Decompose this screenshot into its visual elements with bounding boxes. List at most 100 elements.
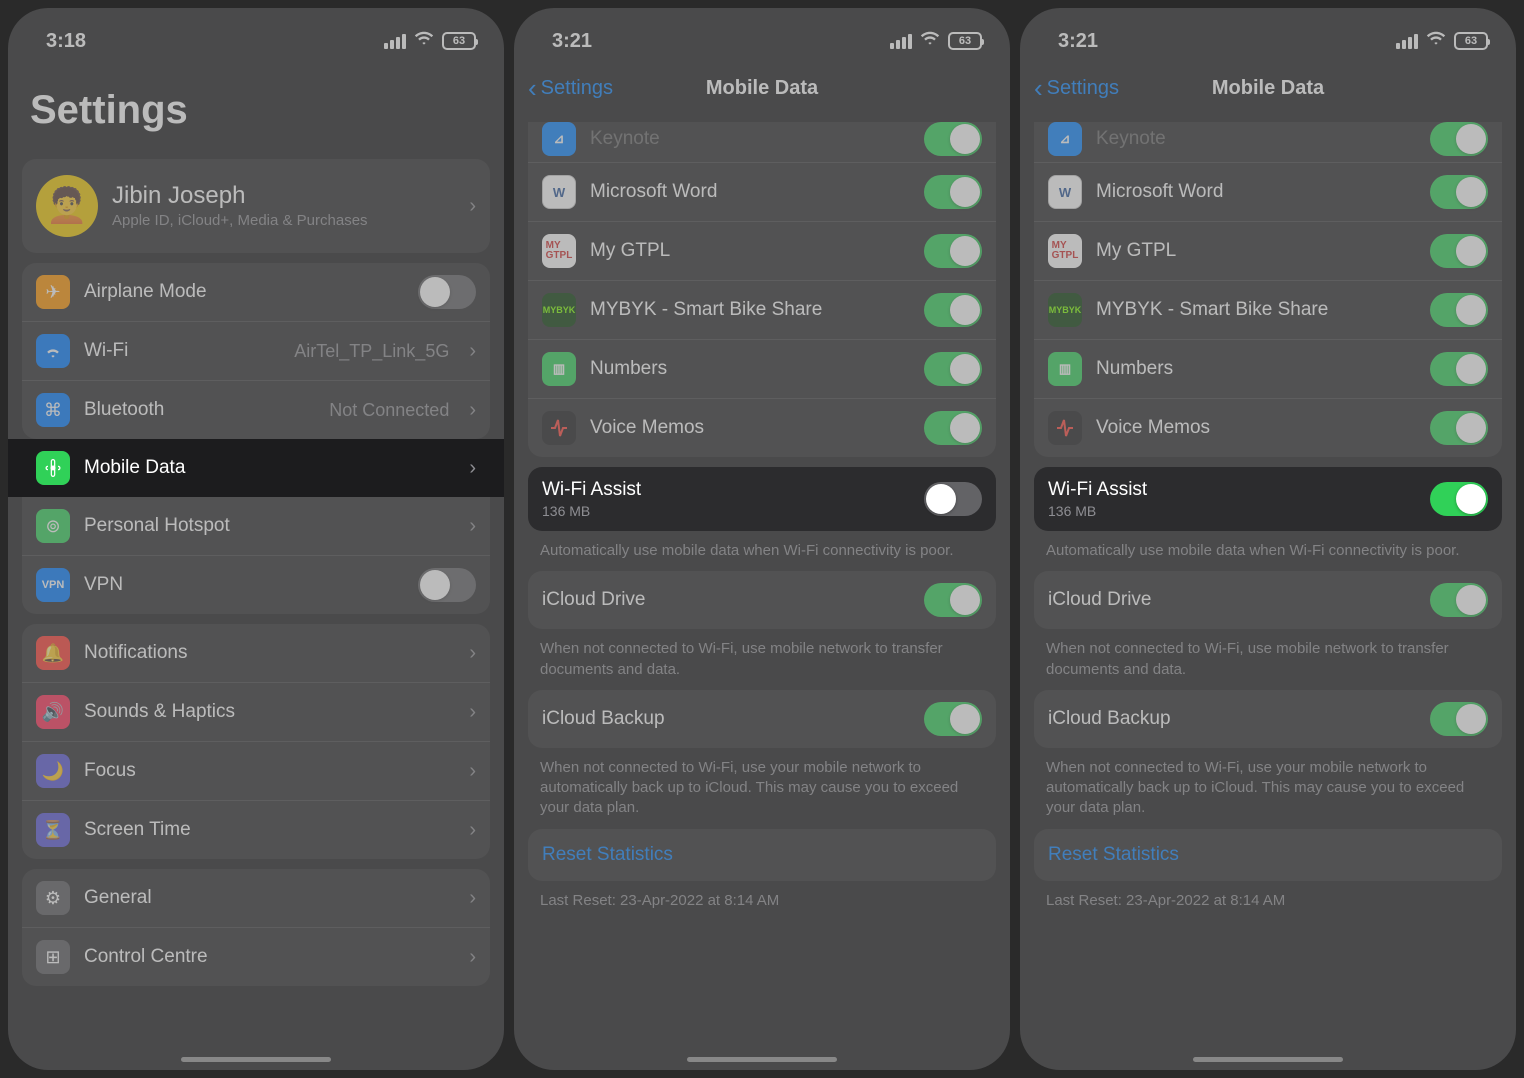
cellular-icon [1396,34,1418,49]
wifi-settings-icon [36,334,70,368]
word-toggle[interactable] [1430,175,1488,209]
wifi-detail: AirTel_TP_Link_5G [294,341,449,362]
icloud-drive-group: iCloud Drive [528,571,996,629]
profile-subtitle: Apple ID, iCloud+, Media & Purchases [112,212,449,231]
keynote-toggle[interactable] [924,122,982,156]
icloud-drive-toggle[interactable] [1430,583,1488,617]
wifi-assist-toggle[interactable] [924,482,982,516]
numbers-label: Numbers [590,358,910,380]
sounds-cell[interactable]: 🔊 Sounds & Haptics › [22,683,490,742]
vpn-toggle[interactable] [418,568,476,602]
mobile-data-icon [36,451,70,485]
mybyk-toggle[interactable] [924,293,982,327]
notifications-cell[interactable]: 🔔 Notifications › [22,624,490,683]
mybyk-cell[interactable]: MYBYK MYBYK - Smart Bike Share [528,281,996,340]
icloud-drive-cell[interactable]: iCloud Drive [528,571,996,629]
chevron-right-icon: › [469,946,476,969]
icloud-backup-cell[interactable]: iCloud Backup [528,690,996,748]
airplane-cell[interactable]: ✈ Airplane Mode [22,263,490,322]
battery-icon: 63 [442,32,476,50]
icloud-backup-cell[interactable]: iCloud Backup [1034,690,1502,748]
keynote-cell[interactable]: ⊿ Keynote [528,122,996,163]
vpn-cell[interactable]: VPN VPN [22,556,490,614]
chevron-right-icon: › [469,399,476,422]
back-button[interactable]: ‹ Settings [528,73,613,104]
icloud-drive-cell[interactable]: iCloud Drive [1034,571,1502,629]
general-label: General [84,887,449,909]
numbers-toggle[interactable] [1430,352,1488,386]
gtpl-icon: MY GTPL [542,234,576,268]
keynote-icon: ⊿ [542,122,576,156]
reset-group: Reset Statistics [1034,829,1502,881]
gtpl-icon: MY GTPL [1048,234,1082,268]
wifi-assist-label: Wi-Fi Assist [542,479,910,501]
chevron-right-icon: › [469,760,476,783]
voice-label: Voice Memos [1096,417,1416,439]
bluetooth-cell[interactable]: ⌘ Bluetooth Not Connected › [22,381,490,439]
notifications-label: Notifications [84,642,449,664]
word-label: Microsoft Word [1096,181,1416,203]
icloud-backup-toggle[interactable] [924,702,982,736]
icloud-backup-group: iCloud Backup [1034,690,1502,748]
reset-stats-cell[interactable]: Reset Statistics [528,829,996,881]
reset-stats-cell[interactable]: Reset Statistics [1034,829,1502,881]
profile-cell[interactable]: 🧑‍🦱 Jibin Joseph Apple ID, iCloud+, Medi… [22,159,490,253]
wifi-cell[interactable]: Wi-Fi AirTel_TP_Link_5G › [22,322,490,381]
wifi-assist-cell[interactable]: Wi-Fi Assist 136 MB [1034,467,1502,531]
numbers-toggle[interactable] [924,352,982,386]
chevron-right-icon: › [469,819,476,842]
focus-cell[interactable]: 🌙 Focus › [22,742,490,801]
word-icon: W [542,175,576,209]
home-indicator[interactable] [1193,1057,1343,1062]
mobile-data-cell[interactable]: Mobile Data › [8,439,504,497]
word-cell[interactable]: W Microsoft Word [528,163,996,222]
focus-icon: 🌙 [36,754,70,788]
wifi-assist-group: Wi-Fi Assist 136 MB [1034,467,1502,531]
general-cell[interactable]: ⚙ General › [22,869,490,928]
keynote-cell[interactable]: ⊿ Keynote [1034,122,1502,163]
screentime-cell[interactable]: ⏳ Screen Time › [22,801,490,859]
gtpl-toggle[interactable] [1430,234,1488,268]
voice-cell[interactable]: Voice Memos [528,399,996,457]
word-cell[interactable]: W Microsoft Word [1034,163,1502,222]
airplane-toggle[interactable] [418,275,476,309]
home-indicator[interactable] [181,1057,331,1062]
mybyk-toggle[interactable] [1430,293,1488,327]
voice-cell[interactable]: Voice Memos [1034,399,1502,457]
keynote-icon: ⊿ [1048,122,1082,156]
notifications-group: 🔔 Notifications › 🔊 Sounds & Haptics › 🌙… [22,624,490,859]
back-button[interactable]: ‹ Settings [1034,73,1119,104]
status-icons: 63 [384,28,476,54]
control-centre-cell[interactable]: ⊞ Control Centre › [22,928,490,986]
vpn-label: VPN [84,574,404,596]
hotspot-cell[interactable]: ⊚ Personal Hotspot › [22,497,490,556]
profile-name: Jibin Joseph [112,182,449,210]
keynote-toggle[interactable] [1430,122,1488,156]
notifications-icon: 🔔 [36,636,70,670]
wifi-assist-toggle[interactable] [1430,482,1488,516]
word-toggle[interactable] [924,175,982,209]
chevron-left-icon: ‹ [1034,73,1043,104]
voice-toggle[interactable] [1430,411,1488,445]
reset-group: Reset Statistics [528,829,996,881]
numbers-label: Numbers [1096,358,1416,380]
gtpl-cell[interactable]: MY GTPL My GTPL [1034,222,1502,281]
wifi-label: Wi-Fi [84,340,280,362]
home-indicator[interactable] [687,1057,837,1062]
icloud-drive-footer: When not connected to Wi-Fi, use mobile … [514,629,1010,680]
general-icon: ⚙ [36,881,70,915]
status-icons: 63 [1396,28,1488,54]
gtpl-toggle[interactable] [924,234,982,268]
status-bar: 3:18 63 [8,8,504,64]
wifi-assist-footer: Automatically use mobile data when Wi-Fi… [1020,531,1516,561]
gtpl-cell[interactable]: MY GTPL My GTPL [528,222,996,281]
mybyk-cell[interactable]: MYBYK MYBYK - Smart Bike Share [1034,281,1502,340]
numbers-cell[interactable]: ▥ Numbers [528,340,996,399]
voice-toggle[interactable] [924,411,982,445]
numbers-cell[interactable]: ▥ Numbers [1034,340,1502,399]
wifi-icon [414,28,434,54]
icloud-drive-toggle[interactable] [924,583,982,617]
icloud-backup-toggle[interactable] [1430,702,1488,736]
wifi-assist-cell[interactable]: Wi-Fi Assist 136 MB [528,467,996,531]
avatar: 🧑‍🦱 [36,175,98,237]
